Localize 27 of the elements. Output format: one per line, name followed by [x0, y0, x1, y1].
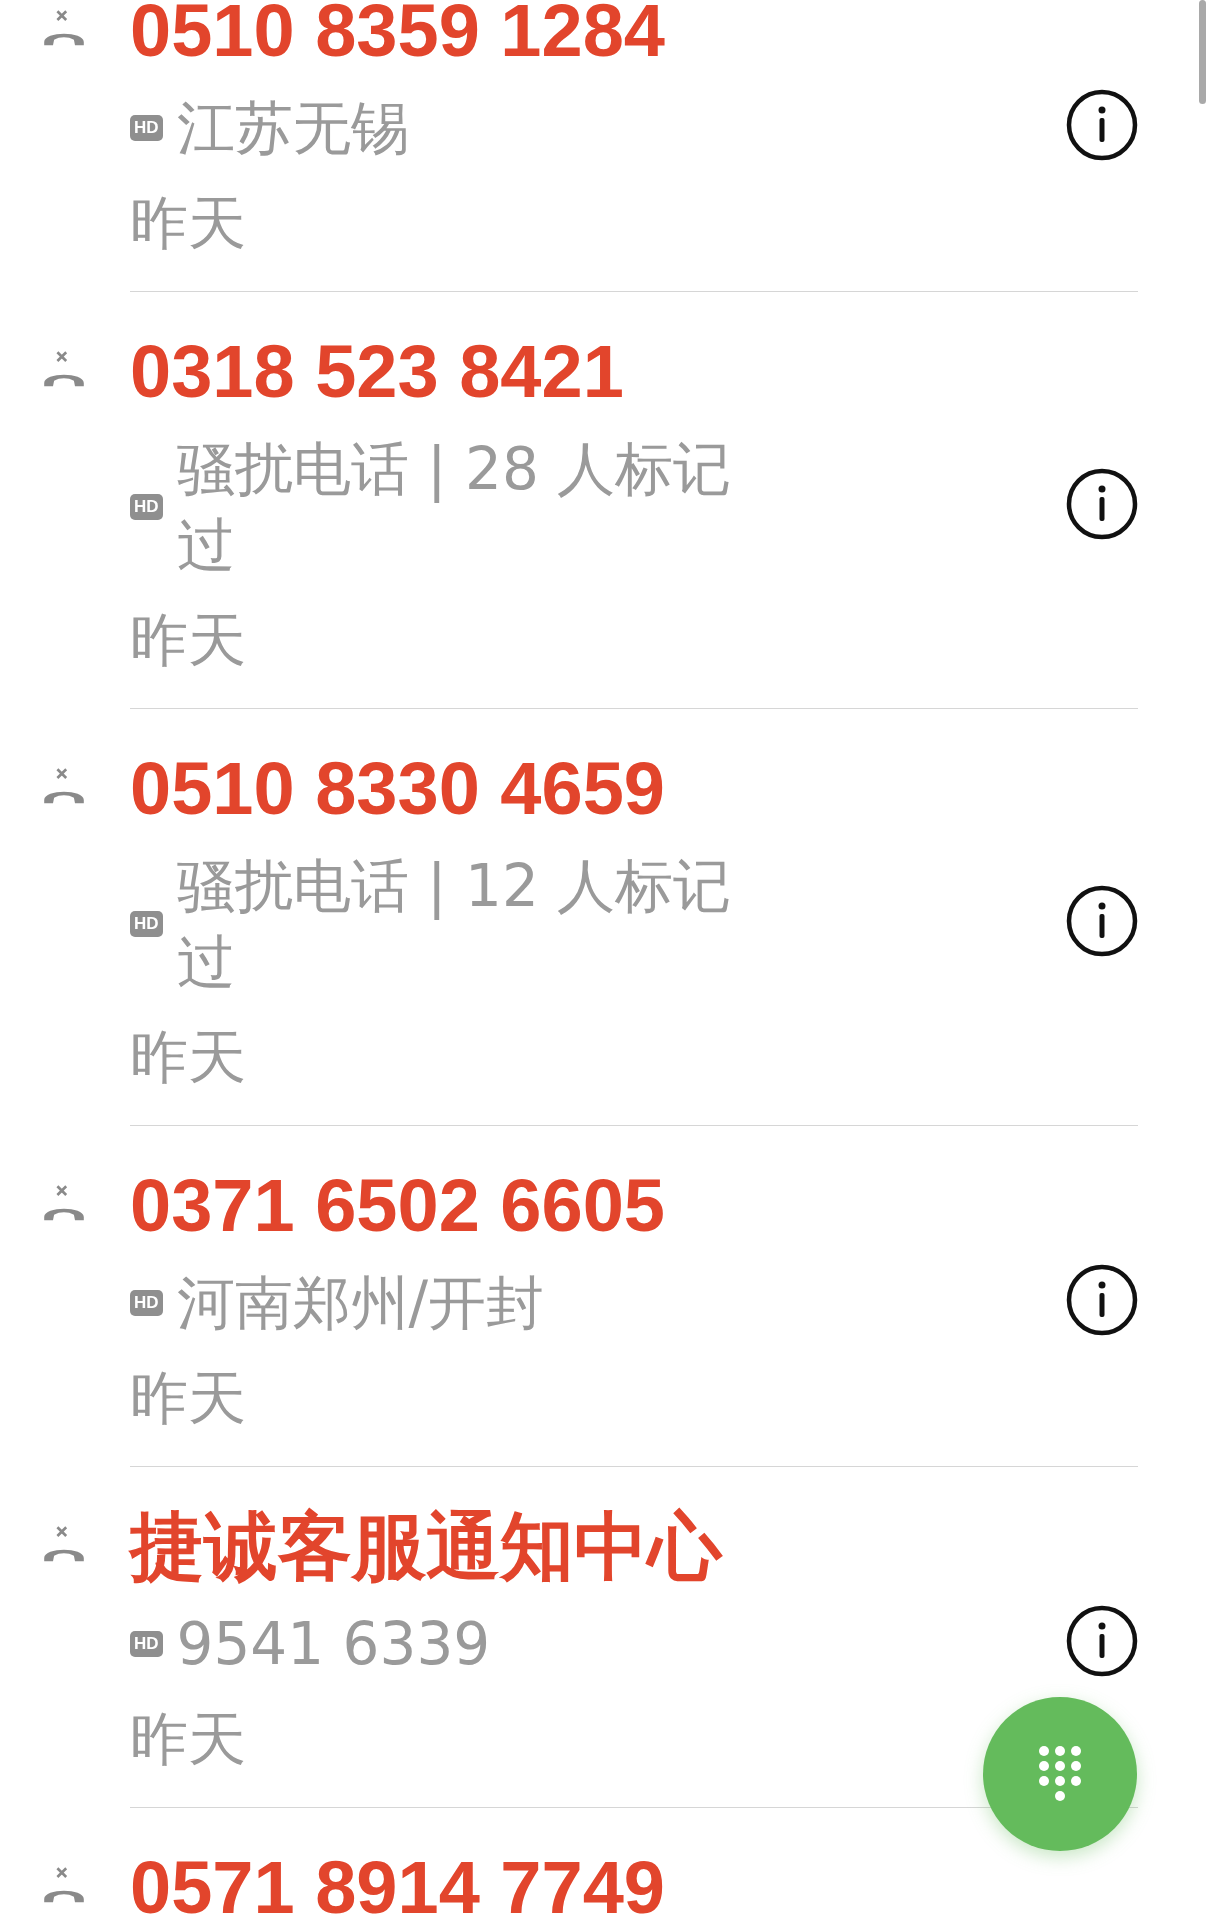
hd-badge: HD	[130, 1631, 163, 1657]
call-date: 昨天	[130, 1022, 247, 1093]
call-date: 昨天	[130, 1704, 247, 1775]
caller-name: 0510 8330 4659	[130, 747, 666, 831]
call-detail: 骚扰电话 | 28 人标记过	[176, 434, 733, 581]
hd-badge: HD	[130, 115, 163, 141]
call-detail: 河南郑州/开封	[176, 1268, 545, 1339]
call-date: 昨天	[130, 605, 247, 676]
call-detail: 9541 6339	[176, 1609, 491, 1680]
hd-badge: HD	[130, 911, 163, 937]
caller-name: 0571 8914 7749	[130, 1846, 666, 1928]
hd-badge: HD	[130, 494, 163, 520]
info-icon[interactable]	[1066, 885, 1138, 957]
call-date: 昨天	[130, 1363, 247, 1434]
info-icon[interactable]	[1066, 1264, 1138, 1336]
caller-name: 捷诚客服通知中心	[130, 1505, 724, 1589]
call-detail: 江苏无锡	[176, 93, 409, 164]
scrollbar[interactable]	[1199, 0, 1206, 104]
caller-name: 0318 523 8421	[130, 330, 625, 414]
call-detail: 骚扰电话 | 12 人标记过	[176, 851, 733, 998]
info-icon[interactable]	[1066, 468, 1138, 540]
caller-name: 0510 8359 1284	[130, 0, 666, 73]
caller-name: 0371 6502 6605	[130, 1164, 666, 1248]
call-date: 昨天	[130, 188, 247, 259]
info-icon[interactable]	[1066, 1605, 1138, 1677]
info-icon[interactable]	[1066, 89, 1138, 161]
hd-badge: HD	[130, 1290, 163, 1316]
